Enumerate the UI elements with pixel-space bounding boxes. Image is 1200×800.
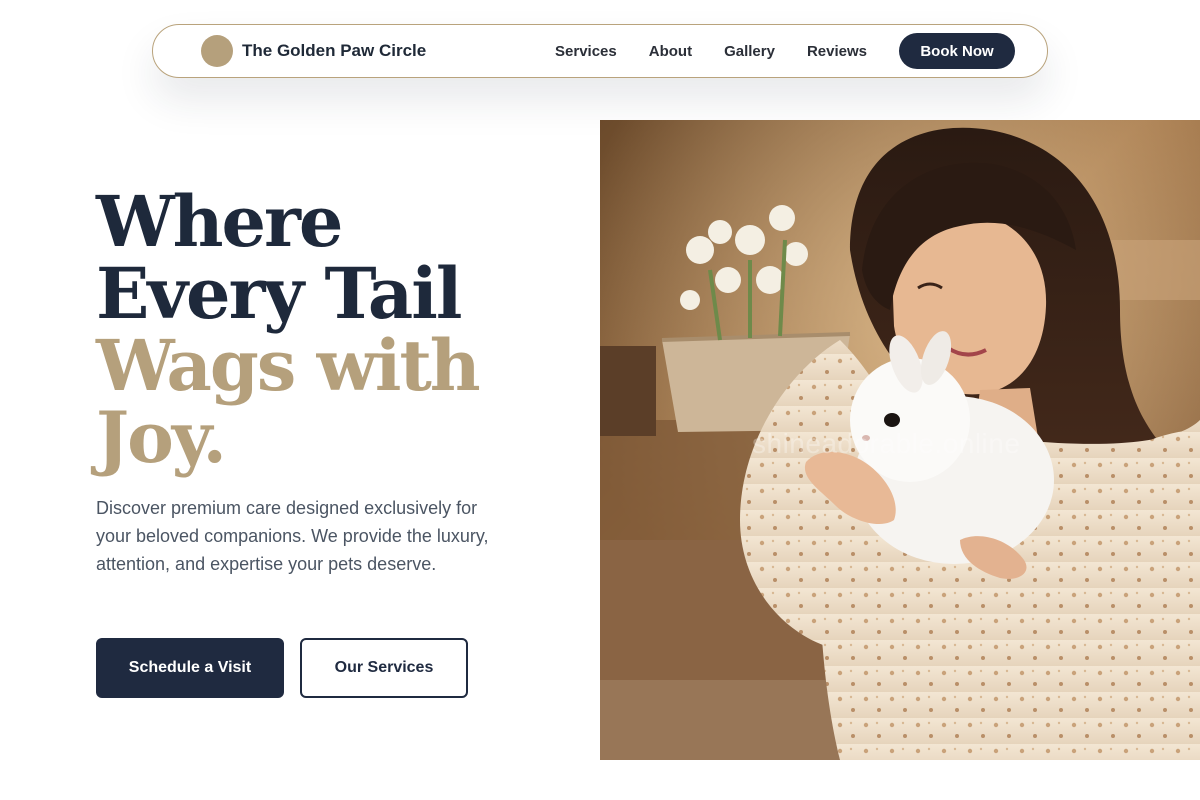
nav-link-services[interactable]: Services [555,43,617,60]
nav-links: Services About Gallery Reviews Book Now [555,33,1015,69]
hero-headline: Where Every Tail Wags with Joy. [96,186,576,474]
photo-watermark: shineadorable.online [752,428,1021,459]
hero-headline-line-4: Joy. [96,396,227,479]
brand-logo-circle [201,35,233,67]
nav-link-reviews[interactable]: Reviews [807,43,867,60]
hero-description: Discover premium care designed exclusive… [96,498,489,574]
hero-photo: shineadorable.online [600,120,1200,760]
schedule-visit-button[interactable]: Schedule a Visit [96,638,284,698]
nav-link-about[interactable]: About [649,43,692,60]
our-services-button[interactable]: Our Services [300,638,468,698]
top-navigation: The Golden Paw Circle Services About Gal… [152,24,1048,78]
hero-headline-line-3: Wags with [96,324,481,407]
brand[interactable]: The Golden Paw Circle [201,35,426,67]
book-now-button[interactable]: Book Now [899,33,1015,69]
hero-headline-line-1: Where [96,180,343,263]
hero-headline-line-2: Every Tail [96,252,462,335]
brand-name: The Golden Paw Circle [242,41,427,60]
nav-link-gallery[interactable]: Gallery [724,43,775,60]
